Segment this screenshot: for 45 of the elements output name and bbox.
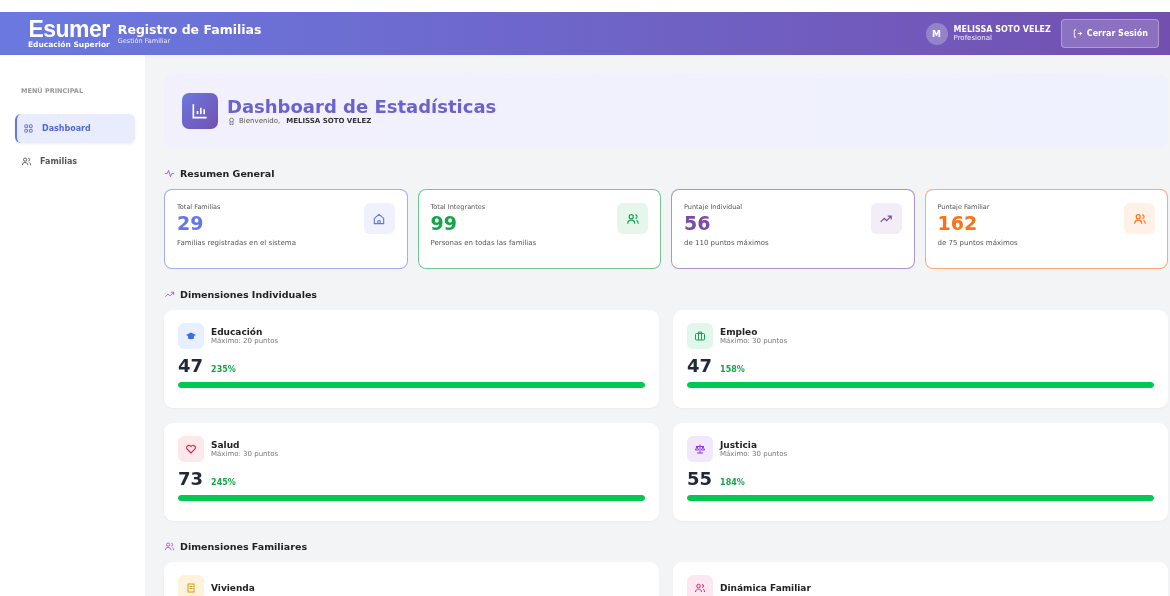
dimension-name: Educación xyxy=(211,327,264,337)
users-icon xyxy=(1124,203,1155,234)
dimension-percent: 158% xyxy=(720,365,745,374)
dimension-percent: 184% xyxy=(720,478,745,487)
graduation-cap-icon xyxy=(178,323,204,349)
bar-chart-icon xyxy=(182,92,218,129)
stat-value: 162 xyxy=(937,211,979,235)
dimension-score: 47 xyxy=(687,355,713,376)
grid-icon xyxy=(23,123,34,134)
section-title: Resumen General xyxy=(180,167,275,179)
dimension-percent: 245% xyxy=(211,478,236,487)
dimension-score: 47 xyxy=(178,355,204,376)
section-title: Dimensiones Familiares xyxy=(180,540,308,552)
logout-button[interactable]: Cerrar Sesión xyxy=(1060,19,1159,48)
nav-item[interactable]: Familias xyxy=(15,147,135,176)
stat-value: 56 xyxy=(684,211,712,235)
users-icon xyxy=(21,156,32,167)
pulse-icon xyxy=(164,167,175,179)
dimension-name: Dinámica Familiar xyxy=(720,583,811,593)
dimension-name: Vivienda xyxy=(211,583,255,593)
dimension-score: 73 xyxy=(178,468,204,489)
stat-value: 29 xyxy=(177,211,205,235)
nav-item[interactable]: Dashboard xyxy=(15,114,135,143)
scales-icon xyxy=(687,436,713,462)
page-title: Dashboard de Estadísticas xyxy=(227,95,497,117)
briefcase-icon xyxy=(687,323,713,349)
dimension-name: Justicia xyxy=(720,440,757,450)
dimension-name: Empleo xyxy=(720,327,758,337)
app-title: Registro de Familias xyxy=(117,22,262,37)
section-title: Dimensiones Individuales xyxy=(180,288,317,300)
badge-icon xyxy=(227,116,236,126)
building-icon xyxy=(178,575,204,596)
logo-wordmark: Esumer xyxy=(28,18,110,42)
users-icon xyxy=(687,575,713,596)
user-avatar: M xyxy=(925,22,948,45)
house-icon xyxy=(363,203,395,234)
user-name: MELISSA SOTO VELEZ xyxy=(953,25,1051,34)
users-icon xyxy=(617,203,648,234)
trend-up-icon xyxy=(870,203,902,234)
dimension-percent: 235% xyxy=(211,365,236,374)
dimension-name: Salud xyxy=(211,440,241,450)
dimension-score: 55 xyxy=(687,468,713,489)
users-icon xyxy=(164,540,175,552)
logout-icon xyxy=(1071,28,1083,39)
stat-value: 99 xyxy=(430,211,458,235)
